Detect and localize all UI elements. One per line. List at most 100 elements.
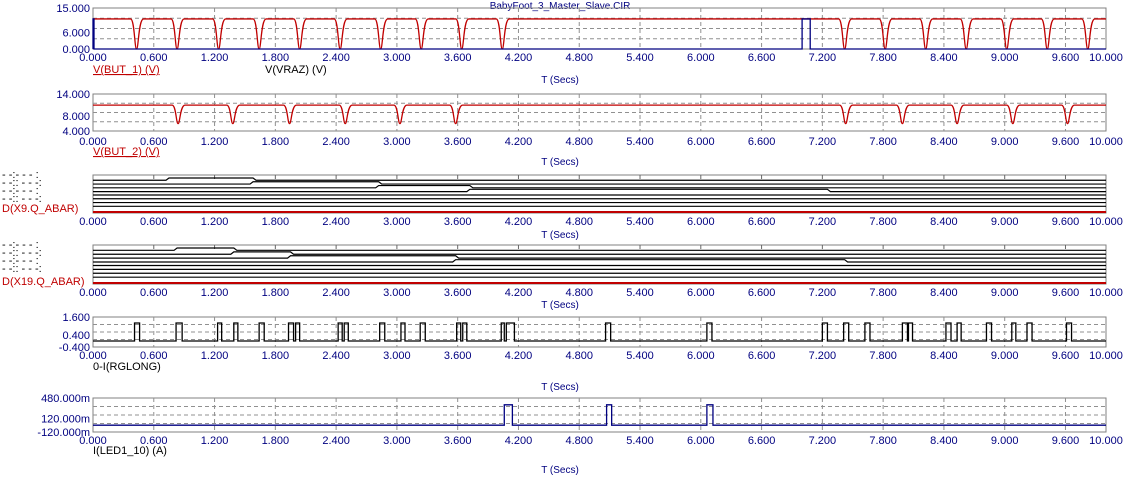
x-tick-label: 2.400 xyxy=(322,435,350,447)
x-tick-label: 9.000 xyxy=(991,136,1019,148)
x-tick-label: 2.400 xyxy=(322,216,350,228)
series-v-but-2- xyxy=(93,104,1106,125)
x-tick-label: 10.000 xyxy=(1089,216,1123,228)
x-tick-label: 6.600 xyxy=(748,435,776,447)
x-tick-label: 4.200 xyxy=(505,216,533,228)
x-tick-label: 3.600 xyxy=(444,52,472,64)
series-v-but-1- xyxy=(93,18,1106,50)
digital-bit-line xyxy=(93,247,1106,251)
x-tick-label: 3.600 xyxy=(444,216,472,228)
x-tick-label: 6.000 xyxy=(687,136,715,148)
y-tick-label: -0.400 xyxy=(59,342,90,354)
x-tick-label: 4.800 xyxy=(565,435,593,447)
x-tick-label: 4.200 xyxy=(505,136,533,148)
x-tick-label: 10.000 xyxy=(1089,435,1123,447)
y-tick-label: 480.000m xyxy=(41,393,90,405)
x-tick-label: 10.000 xyxy=(1089,287,1123,299)
x-tick-label: 7.200 xyxy=(809,435,837,447)
x-tick-label: 1.800 xyxy=(262,435,290,447)
x-tick-label: 9.000 xyxy=(991,350,1019,362)
x-tick-label: 0.600 xyxy=(140,52,168,64)
x-tick-label: 4.200 xyxy=(505,350,533,362)
chart-panel-5: 0.000 0.600 1.200 1.800 2.400 3.000 3.600 4.200… xyxy=(59,312,1123,393)
x-tick-label: 5.400 xyxy=(626,216,654,228)
x-tick-label: 8.400 xyxy=(930,287,958,299)
chart-panel-3: 0.000 0.600 1.200 1.800 2.400 3.000 3.600 4.200… xyxy=(2,169,1123,241)
digital-bit-line xyxy=(93,188,1106,193)
x-tick-label: 7.800 xyxy=(869,435,897,447)
x-tick-label: 1.800 xyxy=(262,350,290,362)
legend-label: V(VRAZ) (V) xyxy=(265,64,327,76)
x-tick-label: 0.000 xyxy=(79,216,107,228)
x-tick-label: 7.800 xyxy=(869,350,897,362)
y-tick-label: -120.000m xyxy=(37,427,90,439)
x-tick-label: 4.800 xyxy=(565,52,593,64)
x-tick-label: 5.400 xyxy=(626,136,654,148)
x-tick-label: 1.200 xyxy=(201,350,229,362)
series-v-vraz- xyxy=(92,18,1106,50)
x-tick-label: 4.200 xyxy=(505,287,533,299)
x-tick-label: 9.600 xyxy=(1052,287,1080,299)
x-tick-label: 9.600 xyxy=(1052,52,1080,64)
x-tick-label: 1.200 xyxy=(201,52,229,64)
y-tick-label: 1.600 xyxy=(62,312,90,324)
chart-panel-4: 0.000 0.600 1.200 1.800 2.400 3.000 3.600 4.200… xyxy=(2,239,1123,311)
simulation-plot: BabyFoot_3_Master_Slave.CIR 0.000 0.600 1.… xyxy=(2,1,1123,476)
x-tick-label: 3.600 xyxy=(444,350,472,362)
x-tick-label: 2.400 xyxy=(322,287,350,299)
legend-label: V(BUT_1) (V) xyxy=(93,64,160,76)
x-tick-label: 4.200 xyxy=(505,435,533,447)
x-tick-label: 8.400 xyxy=(930,52,958,64)
x-tick-label: 8.400 xyxy=(930,216,958,228)
x-tick-label: 6.600 xyxy=(748,216,776,228)
digital-bit-line xyxy=(93,251,1106,255)
x-tick-label: 0.600 xyxy=(140,216,168,228)
x-tick-label: 8.400 xyxy=(930,350,958,362)
x-tick-label: 7.200 xyxy=(809,216,837,228)
x-tick-label: 7.200 xyxy=(809,52,837,64)
x-tick-label: 3.600 xyxy=(444,435,472,447)
x-tick-label: 4.800 xyxy=(565,350,593,362)
x-tick-label: 6.000 xyxy=(687,435,715,447)
plot-title: BabyFoot_3_Master_Slave.CIR xyxy=(490,1,631,12)
x-tick-label: 4.800 xyxy=(565,287,593,299)
x-tick-label: 3.000 xyxy=(383,216,411,228)
y-tick-label: 4.000 xyxy=(62,126,90,138)
digital-bit-line xyxy=(93,184,1106,189)
x-tick-label: 7.800 xyxy=(869,216,897,228)
x-tick-label: 7.200 xyxy=(809,350,837,362)
x-tick-label: 6.000 xyxy=(687,52,715,64)
legend-label: I(LED1_10) (A) xyxy=(93,445,167,457)
x-tick-label: 1.800 xyxy=(262,216,290,228)
chart-panel-1: 0.000 0.600 1.200 1.800 2.400 3.000 3.600 4.200… xyxy=(56,3,1122,86)
x-tick-label: 3.600 xyxy=(444,136,472,148)
y-tick-label: 8.000 xyxy=(62,111,90,123)
x-tick-label: 5.400 xyxy=(626,435,654,447)
x-tick-label: 1.200 xyxy=(201,216,229,228)
legend-label: V(BUT_2) (V) xyxy=(93,146,160,158)
x-tick-label: 1.800 xyxy=(262,136,290,148)
digital-bit-line xyxy=(93,177,1106,181)
x-tick-label: 8.400 xyxy=(930,136,958,148)
x-tick-label: 7.200 xyxy=(809,136,837,148)
chart-panel-2: 0.000 0.600 1.200 1.800 2.400 3.000 3.600 4.200… xyxy=(56,89,1122,168)
x-tick-label: 7.200 xyxy=(809,287,837,299)
x-tick-label: 7.800 xyxy=(869,287,897,299)
x-tick-label: 10.000 xyxy=(1089,136,1123,148)
x-tick-label: 6.600 xyxy=(748,287,776,299)
x-tick-label: 1.800 xyxy=(262,287,290,299)
x-tick-label: 9.000 xyxy=(991,435,1019,447)
digital-bit-line xyxy=(93,181,1106,185)
x-tick-label: 1.800 xyxy=(262,52,290,64)
chart-panel-6: 0.000 0.600 1.200 1.800 2.400 3.000 3.600 4.200… xyxy=(37,393,1122,476)
x-tick-label: 6.000 xyxy=(687,287,715,299)
x-tick-label: 7.800 xyxy=(869,52,897,64)
x-tick-label: 9.600 xyxy=(1052,216,1080,228)
x-axis-label: T (Secs) xyxy=(541,382,579,393)
x-axis-label: T (Secs) xyxy=(541,465,579,476)
x-tick-label: 1.200 xyxy=(201,435,229,447)
x-tick-label: 3.000 xyxy=(383,52,411,64)
x-tick-label: 9.600 xyxy=(1052,435,1080,447)
legend-label: 0-I(RGLONG) xyxy=(93,361,161,373)
x-tick-label: 0.600 xyxy=(140,287,168,299)
